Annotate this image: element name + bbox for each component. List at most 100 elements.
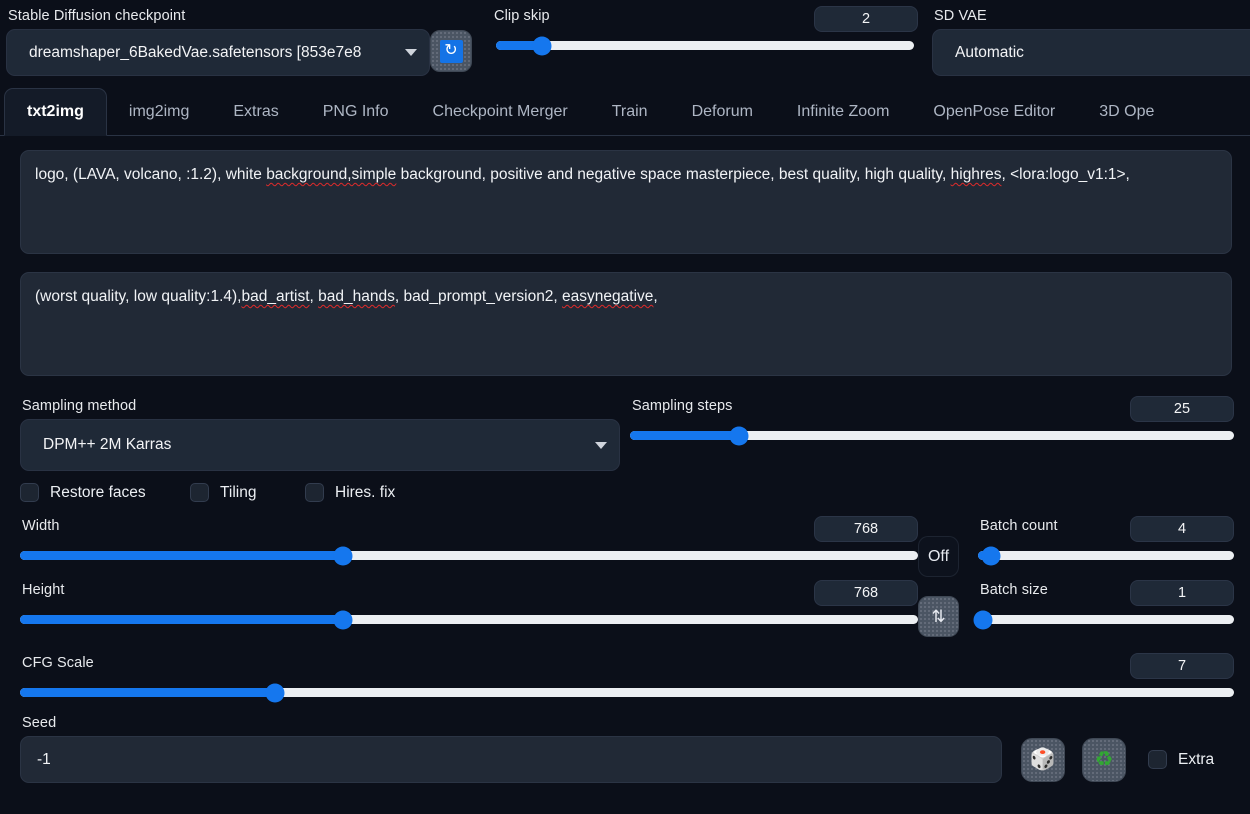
checkpoint-dropdown[interactable]: dreamshaper_6BakedVae.safetensors [853e7…	[6, 29, 430, 76]
width-value-input[interactable]: 768	[814, 516, 918, 542]
sampling-steps-slider-fill	[630, 431, 739, 440]
cfg-scale-slider[interactable]	[20, 683, 1234, 702]
height-slider-thumb[interactable]	[333, 610, 353, 629]
reuse-seed-button[interactable]: ♻	[1082, 737, 1126, 782]
tab-extras[interactable]: Extras	[211, 88, 300, 135]
tab-train[interactable]: Train	[590, 88, 670, 135]
height-slider[interactable]	[20, 610, 918, 629]
tab-txt2img[interactable]: txt2img	[4, 88, 107, 136]
tab-openpose-editor[interactable]: OpenPose Editor	[911, 88, 1077, 135]
tab-label: PNG Info	[322, 102, 389, 120]
swap-vertical-icon: ⇅	[931, 606, 946, 626]
tab-label: txt2img	[27, 103, 84, 120]
clip-skip-slider[interactable]	[496, 36, 914, 55]
refresh-checkpoint-button[interactable]: ↻	[430, 30, 472, 72]
positive-prompt-textarea[interactable]: logo, (LAVA, volcano, :1.2), white backg…	[20, 150, 1232, 254]
width-slider-group: Width 768	[20, 514, 918, 565]
sampling-steps-slider[interactable]	[630, 426, 1234, 445]
clip-skip-slider-thumb[interactable]	[532, 36, 552, 55]
tab-img2img[interactable]: img2img	[107, 88, 211, 135]
checkpoint-selector-group: Stable Diffusion checkpoint dreamshaper_…	[0, 4, 430, 76]
extra-label: Extra	[1178, 750, 1215, 768]
tiling-checkbox[interactable]: Tiling	[190, 483, 305, 502]
tab-label: Extras	[233, 102, 279, 120]
tab-label: img2img	[128, 102, 190, 120]
height-label: Height	[22, 582, 65, 598]
batch-count-label: Batch count	[980, 518, 1058, 534]
height-value: 768	[853, 585, 879, 601]
tab-infinite-zoom[interactable]: Infinite Zoom	[775, 88, 911, 135]
batch-count-slider-thumb[interactable]	[981, 546, 1001, 565]
refresh-icon: ↻	[439, 39, 463, 63]
tab-label: Infinite Zoom	[796, 102, 890, 120]
extra-seed-checkbox[interactable]: Extra	[1148, 750, 1214, 769]
cfg-scale-value: 7	[1177, 658, 1187, 674]
aspect-ratio-toggle-button[interactable]: Off	[918, 536, 959, 577]
sd-vae-label: SD VAE	[934, 8, 987, 24]
batch-count-slider[interactable]	[978, 546, 1234, 565]
batch-size-label: Batch size	[980, 582, 1048, 598]
sampling-method-dropdown[interactable]: DPM++ 2M Karras	[20, 419, 620, 471]
sampling-steps-value-input[interactable]: 25	[1130, 396, 1234, 422]
dimension-tools: Off ⇅	[918, 514, 978, 637]
positive-prompt-text: logo, (LAVA, volcano, :1.2), white backg…	[35, 166, 1130, 183]
batch-size-value-input[interactable]: 1	[1130, 580, 1234, 606]
cfg-scale-slider-thumb[interactable]	[265, 683, 285, 702]
main-tab-bar: txt2img img2img Extras PNG Info Checkpoi…	[0, 88, 1250, 136]
checkbox-icon[interactable]	[1148, 750, 1167, 769]
sampling-method-value: DPM++ 2M Karras	[43, 436, 172, 453]
tab-png-info[interactable]: PNG Info	[301, 88, 411, 135]
cfg-scale-value-input[interactable]: 7	[1130, 653, 1234, 679]
checkbox-icon[interactable]	[305, 483, 324, 502]
clip-skip-label: Clip skip	[494, 8, 550, 24]
tab-label: Deforum	[691, 102, 753, 120]
checkpoint-label: Stable Diffusion checkpoint	[8, 8, 186, 24]
height-value-input[interactable]: 768	[814, 580, 918, 606]
seed-value: -1	[37, 750, 51, 768]
tab-checkpoint-merger[interactable]: Checkpoint Merger	[411, 88, 590, 135]
width-label: Width	[22, 518, 60, 534]
options-checkbox-row: Restore faces Tiling Hires. fix	[0, 471, 1250, 502]
clip-skip-value-input[interactable]: 2	[814, 6, 918, 32]
sampling-steps-value: 25	[1173, 401, 1191, 417]
cfg-scale-label: CFG Scale	[22, 655, 94, 671]
batch-count-value: 4	[1177, 521, 1187, 537]
seed-input[interactable]: -1	[20, 736, 1002, 783]
chevron-down-icon	[595, 441, 607, 449]
seed-group: Seed -1 🎲 ♻ Extra	[0, 697, 1250, 783]
aspect-ratio-label: Off	[927, 547, 950, 565]
restore-faces-label: Restore faces	[50, 483, 146, 501]
negative-prompt-textarea[interactable]: (worst quality, low quality:1.4),bad_art…	[20, 272, 1232, 376]
batch-count-value-input[interactable]: 4	[1130, 516, 1234, 542]
chevron-down-icon	[405, 49, 417, 56]
batch-size-slider[interactable]	[973, 610, 1234, 629]
randomize-seed-button[interactable]: 🎲	[1021, 737, 1065, 782]
width-slider-thumb[interactable]	[333, 546, 353, 565]
tab-label: Checkpoint Merger	[432, 102, 568, 120]
sampling-method-label: Sampling method	[22, 398, 137, 414]
cfg-scale-slider-fill	[20, 688, 275, 697]
sd-vae-dropdown[interactable]: Automatic	[932, 29, 1250, 76]
hires-fix-label: Hires. fix	[335, 483, 396, 501]
width-value: 768	[853, 521, 879, 537]
sampling-steps-label: Sampling steps	[632, 398, 733, 414]
height-slider-fill	[20, 615, 344, 624]
tab-3d-openpose[interactable]: 3D Ope	[1077, 88, 1176, 135]
width-slider[interactable]	[20, 546, 918, 565]
swap-dimensions-button[interactable]: ⇅	[918, 596, 959, 637]
dimensions-group: Width 768 Height 768	[0, 514, 918, 637]
sd-vae-group: SD VAE Automatic	[932, 4, 1250, 76]
checkbox-icon[interactable]	[190, 483, 209, 502]
sampling-steps-slider-thumb[interactable]	[729, 426, 749, 445]
tab-label: 3D Ope	[1099, 102, 1155, 120]
restore-faces-checkbox[interactable]: Restore faces	[20, 483, 190, 502]
recycle-icon: ♻	[1094, 748, 1114, 771]
checkbox-icon[interactable]	[20, 483, 39, 502]
checkpoint-value: dreamshaper_6BakedVae.safetensors [853e7…	[29, 43, 365, 61]
batch-size-slider-thumb[interactable]	[973, 610, 993, 629]
tab-label: Train	[611, 102, 648, 120]
hires-fix-checkbox[interactable]: Hires. fix	[305, 483, 395, 502]
tab-label: OpenPose Editor	[933, 102, 1056, 120]
tab-deforum[interactable]: Deforum	[670, 88, 775, 135]
sampling-steps-group: Sampling steps 25	[630, 394, 1250, 471]
